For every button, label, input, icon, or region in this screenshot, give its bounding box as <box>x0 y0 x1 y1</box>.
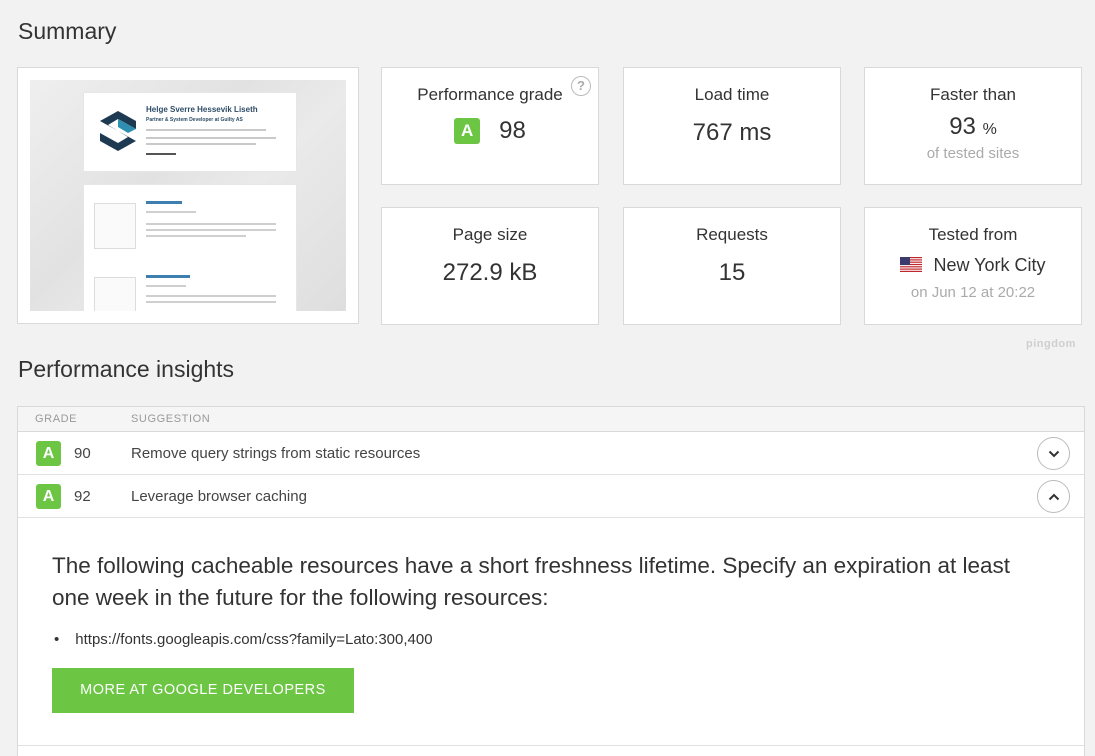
grade-column-header: GRADE <box>35 413 78 425</box>
faster-than-unit: % <box>982 121 997 138</box>
site-logo-icon <box>100 111 136 151</box>
insight-description: The following cacheable resources have a… <box>52 553 1011 610</box>
question-icon[interactable]: ? <box>571 76 591 96</box>
grade-badge: A <box>454 118 481 144</box>
insight-row[interactable]: A 92 Leverage browser caching <box>18 475 1084 518</box>
screenshot-role: Partner & System Developer at Guilty AS <box>146 117 243 123</box>
site-screenshot: Helge Sverre Hessevik Liseth Partner & S… <box>30 80 346 311</box>
page-size-card: Page size 272.9 kB <box>381 207 599 325</box>
insight-suggestion: Leverage browser caching <box>131 488 307 505</box>
suggestion-column-header: SUGGESTION <box>131 413 211 425</box>
page-size-value: 272.9 kB <box>442 259 538 286</box>
screenshot-name: Helge Sverre Hessevik Liseth <box>146 105 258 114</box>
expand-button[interactable] <box>1037 437 1070 470</box>
screenshot-profile-panel: Helge Sverre Hessevik Liseth Partner & S… <box>83 92 297 172</box>
tested-from-card: Tested from New York City on Jun 12 at 2… <box>864 207 1082 325</box>
requests-card: Requests 15 <box>623 207 841 325</box>
chevron-up-icon <box>1048 493 1060 501</box>
performance-grade-value: 98 <box>499 117 526 144</box>
grade-badge: A <box>36 484 61 509</box>
us-flag-icon <box>900 256 923 272</box>
site-screenshot-card: Helge Sverre Hessevik Liseth Partner & S… <box>17 67 359 324</box>
grade-badge: A <box>36 441 61 466</box>
chevron-down-icon <box>1048 450 1060 458</box>
insight-score: 92 <box>74 488 91 505</box>
insights-table-header: GRADE SUGGESTION <box>18 407 1084 432</box>
faster-than-card: Faster than 93 % of tested sites <box>864 67 1082 185</box>
load-time-card: Load time 767 ms <box>623 67 841 185</box>
screenshot-projects-panel <box>83 184 297 311</box>
performance-grade-label: Performance grade <box>417 85 563 104</box>
resource-list-item: https://fonts.googleapis.com/css?family=… <box>54 631 432 648</box>
insight-detail-panel: The following cacheable resources have a… <box>18 518 1084 746</box>
insight-row[interactable]: A 90 Remove query strings from static re… <box>18 432 1084 475</box>
insight-score: 90 <box>74 445 91 462</box>
requests-label: Requests <box>696 225 768 244</box>
faster-than-value: 93 <box>949 113 976 140</box>
page-size-label: Page size <box>452 225 528 244</box>
load-time-value: 767 ms <box>692 119 772 146</box>
more-at-google-developers-button[interactable]: MORE AT GOOGLE DEVELOPERS <box>52 668 354 713</box>
insights-title: Performance insights <box>18 356 235 382</box>
pingdom-logo: pingdom <box>1026 338 1076 350</box>
tested-from-label: Tested from <box>928 225 1018 244</box>
insights-table: GRADE SUGGESTION A 90 Remove query strin… <box>17 406 1085 756</box>
tested-from-date: on Jun 12 at 20:22 <box>910 284 1036 301</box>
requests-value: 15 <box>718 259 746 286</box>
faster-than-sub: of tested sites <box>926 145 1020 162</box>
faster-than-label: Faster than <box>930 85 1016 104</box>
collapse-button[interactable] <box>1037 480 1070 513</box>
tested-from-location: New York City <box>933 255 1046 275</box>
summary-title: Summary <box>18 18 117 44</box>
performance-grade-card: ? Performance grade A 98 <box>381 67 599 185</box>
load-time-label: Load time <box>694 85 770 104</box>
insight-suggestion: Remove query strings from static resourc… <box>131 445 421 462</box>
